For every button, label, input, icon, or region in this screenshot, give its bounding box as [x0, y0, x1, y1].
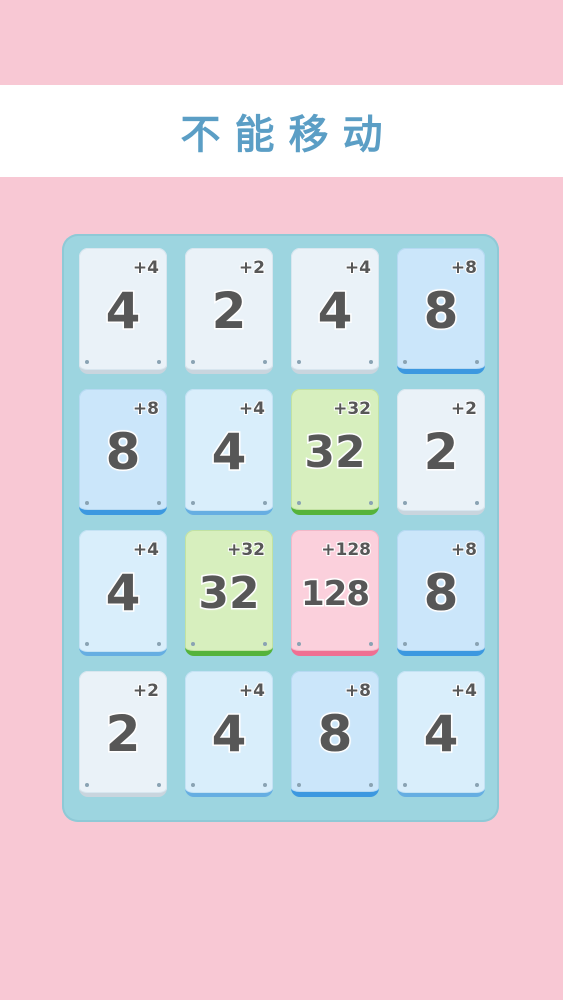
- tile-corner-dot: [85, 360, 89, 364]
- tile[interactable]: +4 4: [291, 248, 379, 374]
- tile[interactable]: +8 8: [397, 530, 485, 656]
- tile-value: 2: [104, 704, 142, 765]
- tile-corner-dot: [297, 360, 301, 364]
- status-message: 不能移动: [180, 112, 397, 158]
- tile-value: 4: [210, 704, 248, 765]
- tile-value: 8: [422, 281, 460, 342]
- tile-corner-dot: [475, 501, 479, 505]
- tile[interactable]: +4 4: [397, 671, 485, 797]
- tile[interactable]: +32 32: [291, 389, 379, 515]
- tile-corner-dot: [297, 642, 301, 646]
- tile-corner-dot: [403, 642, 407, 646]
- tile-corner-dot: [85, 783, 89, 787]
- tile-corner-dot: [263, 501, 267, 505]
- tile[interactable]: +8 8: [79, 389, 167, 515]
- tile-corner-dot: [369, 783, 373, 787]
- tile-corner-dot: [475, 360, 479, 364]
- tile-bonus-label: +4: [238, 680, 266, 702]
- tile-bonus-label: +128: [320, 539, 372, 561]
- tile-corner-dot: [85, 501, 89, 505]
- tile-bonus-label: +8: [450, 257, 478, 279]
- tile-bonus-label: +4: [344, 257, 372, 279]
- tile-value: 8: [104, 422, 142, 483]
- tile-bonus-label: +4: [238, 398, 266, 420]
- tile-bonus-label: +32: [226, 539, 266, 561]
- tile-corner-dot: [297, 783, 301, 787]
- tile-corner-dot: [369, 642, 373, 646]
- tile[interactable]: +4 4: [185, 389, 273, 515]
- tile-corner-dot: [403, 360, 407, 364]
- tile-corner-dot: [475, 642, 479, 646]
- tile-corner-dot: [263, 360, 267, 364]
- status-banner: 不能移动: [0, 85, 563, 177]
- tile-value: 32: [197, 567, 261, 621]
- tile-corner-dot: [475, 783, 479, 787]
- tile[interactable]: +4 4: [185, 671, 273, 797]
- tile-bonus-label: +4: [132, 257, 160, 279]
- tile-value: 8: [422, 563, 460, 624]
- tile-corner-dot: [263, 642, 267, 646]
- tile-value: 8: [316, 704, 354, 765]
- tile-corner-dot: [157, 501, 161, 505]
- tile[interactable]: +32 32: [185, 530, 273, 656]
- tile-corner-dot: [191, 360, 195, 364]
- tile[interactable]: +8 8: [397, 248, 485, 374]
- tile[interactable]: +2 2: [397, 389, 485, 515]
- tile-value: 4: [104, 563, 142, 624]
- tile-corner-dot: [191, 783, 195, 787]
- tile-bonus-label: +2: [132, 680, 160, 702]
- tile[interactable]: +8 8: [291, 671, 379, 797]
- tile[interactable]: +2 2: [79, 671, 167, 797]
- tile-corner-dot: [369, 501, 373, 505]
- tile[interactable]: +4 4: [79, 530, 167, 656]
- tile-value: 2: [210, 281, 248, 342]
- tile-value: 4: [422, 704, 460, 765]
- tile-bonus-label: +8: [450, 539, 478, 561]
- tile-corner-dot: [403, 783, 407, 787]
- tile[interactable]: +4 4: [79, 248, 167, 374]
- tile-value: 128: [300, 573, 372, 616]
- tile[interactable]: +128 128: [291, 530, 379, 656]
- tile-bonus-label: +4: [132, 539, 160, 561]
- tile-bonus-label: +8: [344, 680, 372, 702]
- tile-corner-dot: [157, 642, 161, 646]
- game-board[interactable]: +4 4 +2 2 +4 4 +8 8 +8 8 +4 4 +32 32 +2 2 +4 4 +32 32 +128 12…: [62, 234, 499, 822]
- tile-corner-dot: [263, 783, 267, 787]
- tile-corner-dot: [157, 360, 161, 364]
- tile-corner-dot: [85, 642, 89, 646]
- tile-bonus-label: +4: [450, 680, 478, 702]
- tile-corner-dot: [191, 642, 195, 646]
- tile-bonus-label: +32: [332, 398, 372, 420]
- tile-value: 32: [303, 426, 367, 480]
- tile-bonus-label: +8: [132, 398, 160, 420]
- tile-value: 4: [316, 281, 354, 342]
- tile-value: 4: [104, 281, 142, 342]
- tile-value: 4: [210, 422, 248, 483]
- tile-value: 2: [422, 422, 460, 483]
- tile-bonus-label: +2: [238, 257, 266, 279]
- tile-corner-dot: [157, 783, 161, 787]
- tile-corner-dot: [191, 501, 195, 505]
- tile-corner-dot: [369, 360, 373, 364]
- tile-corner-dot: [297, 501, 301, 505]
- tile-corner-dot: [403, 501, 407, 505]
- tile[interactable]: +2 2: [185, 248, 273, 374]
- tile-bonus-label: +2: [450, 398, 478, 420]
